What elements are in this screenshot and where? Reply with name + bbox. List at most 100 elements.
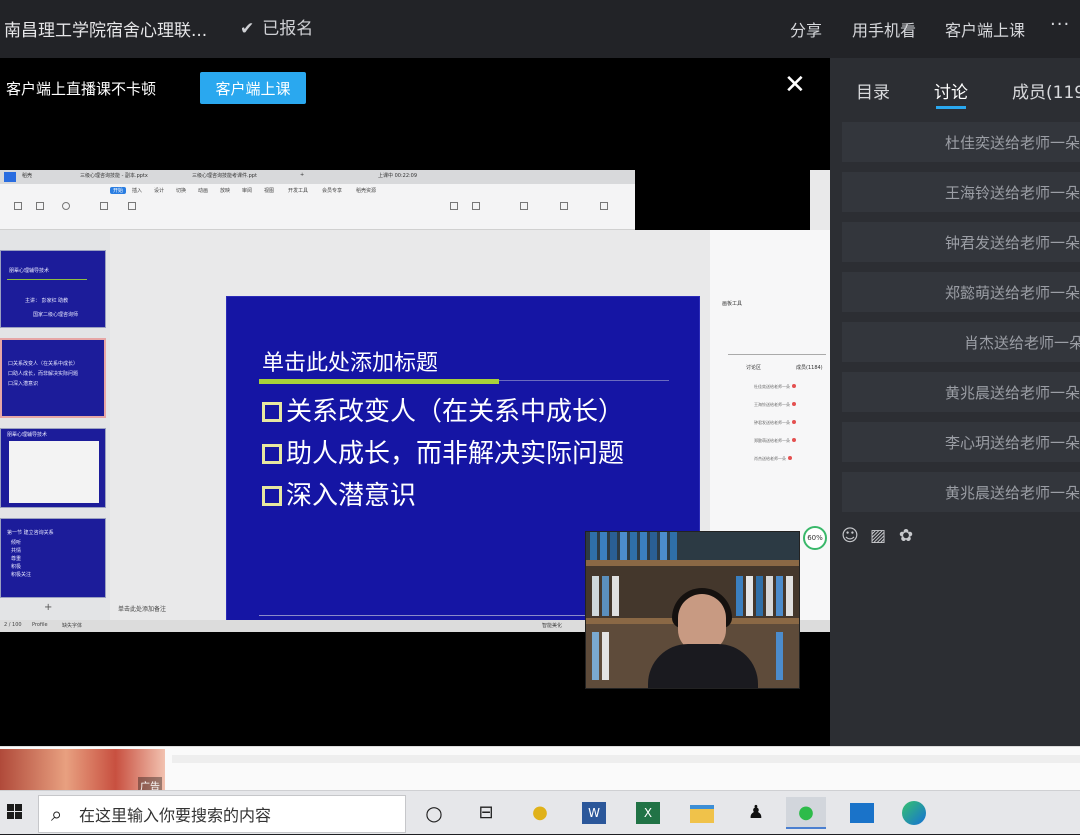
watch-on-phone-button[interactable]: 用手机看 bbox=[852, 17, 916, 41]
thumb-title: 朋辈心理辅导技术 bbox=[7, 432, 48, 438]
more-icon[interactable]: ··· bbox=[1050, 14, 1070, 35]
tab-discussion[interactable]: 讨论 bbox=[934, 78, 968, 103]
slide-title-rule bbox=[499, 380, 669, 381]
thumb-table bbox=[9, 441, 99, 503]
ribbon-tab-transition[interactable]: 切换 bbox=[176, 187, 186, 194]
shape-icon[interactable] bbox=[472, 202, 480, 210]
edge-icon[interactable] bbox=[902, 801, 926, 825]
book bbox=[592, 632, 599, 680]
thumb-line: 积极 bbox=[11, 564, 22, 570]
thumb-line: 共情 bbox=[11, 548, 22, 554]
thumb-title: 第一节 建立咨询关系 bbox=[7, 530, 54, 536]
image-icon[interactable]: ▨ bbox=[868, 526, 888, 546]
arrange-icon[interactable] bbox=[520, 202, 528, 210]
chat-message: 钟君发送给老师一朵 bbox=[842, 222, 1080, 262]
ppt-tab-3[interactable]: 三级心理咨询技能考课件.ppt bbox=[192, 172, 257, 182]
slide-notes[interactable]: 单击此处添加备注 bbox=[118, 604, 166, 613]
ribbon-tab-start[interactable]: 开始 bbox=[110, 187, 127, 194]
book bbox=[776, 576, 783, 616]
textbox-icon[interactable] bbox=[450, 202, 458, 210]
play-icon[interactable] bbox=[62, 202, 70, 210]
live-video-area: 客户端上直播课不卡顿 客户端上课 ✕ 稻壳 三级心理咨询技能 - 副本.pptx… bbox=[0, 58, 830, 746]
ribbon-tab-design[interactable]: 设计 bbox=[154, 187, 164, 194]
slide-title-underline bbox=[259, 379, 499, 384]
tools-panel-divider bbox=[728, 354, 826, 355]
music-app-icon[interactable]: ● bbox=[524, 797, 556, 829]
tools-panel-tab[interactable]: 讨论区 bbox=[746, 364, 761, 371]
format-painter-icon[interactable] bbox=[36, 202, 44, 210]
photos-icon[interactable] bbox=[850, 803, 874, 823]
taskbar-search[interactable]: ⌕ bbox=[38, 795, 406, 833]
windows-start-icon[interactable] bbox=[0, 791, 38, 835]
ribbon-tab-animation[interactable]: 动画 bbox=[198, 187, 208, 194]
chat-message-text: 黄兆晨送给老师一朵 bbox=[944, 384, 1080, 402]
book bbox=[610, 532, 617, 560]
chat-message-text: 肖杰送给老师一朵 bbox=[963, 334, 1080, 352]
task-view-icon[interactable]: ⊟ bbox=[470, 797, 502, 829]
checkbox-bullet-icon bbox=[262, 444, 282, 464]
thumb-line: 口助人成长，而非解决实际问题 bbox=[8, 371, 79, 377]
slide-bullet-3: 深入潜意识 bbox=[262, 475, 416, 512]
cortana-icon[interactable]: ○ bbox=[418, 797, 450, 829]
black-overlay bbox=[635, 170, 810, 230]
add-slide-icon[interactable]: + bbox=[44, 602, 52, 613]
share-button[interactable]: 分享 bbox=[790, 17, 822, 41]
chat-message: 杜佳奕送给老师一朵 bbox=[842, 122, 1080, 162]
course-title: 南昌理工学院宿舍心理联... bbox=[4, 21, 208, 41]
word-icon[interactable]: W bbox=[582, 802, 606, 824]
tools-panel-item: 肖杰送给老师一朵 bbox=[754, 456, 792, 462]
check-icon: ✔ bbox=[240, 19, 255, 39]
emoji-icon[interactable]: ☺ bbox=[840, 526, 860, 546]
chat-message-text: 杜佳奕送给老师一朵 bbox=[944, 134, 1080, 152]
ppt-tab-add[interactable]: + bbox=[300, 172, 304, 182]
excel-icon[interactable]: X bbox=[636, 802, 660, 824]
ppt-tab-1[interactable]: 稻壳 bbox=[22, 172, 32, 182]
thumb-line: 尊重 bbox=[11, 556, 22, 562]
flower-icon bbox=[788, 456, 792, 460]
book bbox=[620, 532, 627, 560]
chat-message-text: 李心玥送给老师一朵 bbox=[944, 434, 1080, 452]
ribbon-tab-review[interactable]: 审阅 bbox=[242, 187, 252, 194]
client-class-button[interactable]: 客户端上课 bbox=[945, 17, 1025, 41]
search-input[interactable] bbox=[79, 804, 399, 826]
ribbon-tab-insert[interactable]: 插入 bbox=[132, 187, 142, 194]
ribbon-tab-resources[interactable]: 稻壳资源 bbox=[356, 187, 376, 194]
banner-client-button[interactable]: 客户端上课 bbox=[200, 72, 306, 104]
ppt-tab-2[interactable]: 三级心理咨询技能 - 副本.pptx bbox=[80, 172, 148, 182]
search-icon: ⌕ bbox=[51, 802, 63, 826]
close-icon[interactable]: ✕ bbox=[784, 70, 806, 100]
chat-message-text: 黄兆晨送给老师一朵 bbox=[944, 484, 1080, 502]
slide-thumb-4[interactable]: 第一节 建立咨询关系 倾听 共情 尊重 积极 积极关注 bbox=[0, 518, 106, 598]
ribbon-tab-devtools[interactable]: 开发工具 bbox=[288, 187, 308, 194]
flower-icon[interactable]: ✿ bbox=[896, 526, 916, 546]
file-explorer-icon[interactable] bbox=[690, 805, 714, 823]
registered-status: ✔ 已报名 bbox=[240, 14, 313, 39]
status-profile: Profile bbox=[32, 622, 48, 628]
wechat-icon[interactable]: ● bbox=[786, 797, 826, 829]
slide-bullet-2: 助人成长，而非解决实际问题 bbox=[262, 433, 624, 470]
slide-thumb-3[interactable]: 朋辈心理辅导技术 bbox=[0, 428, 106, 508]
slide-thumb-2[interactable]: 口关系改变人（在关系中成长） 口助人成长，而非解决实际问题 口深入潜意识 bbox=[0, 338, 106, 418]
slide-thumb-1[interactable]: 朋辈心理辅导技术 主讲： 彭家红 助教 国家二级心理咨询师 bbox=[0, 250, 106, 328]
select-icon[interactable] bbox=[600, 202, 608, 210]
layout-icon[interactable] bbox=[128, 202, 136, 210]
slide-bullet-1: 关系改变人（在关系中成长） bbox=[262, 391, 624, 428]
book bbox=[650, 532, 657, 560]
ad-thumbnail[interactable]: 广告 bbox=[0, 749, 165, 794]
qq-icon[interactable]: ♟ bbox=[740, 797, 772, 829]
status-beautify[interactable]: 智能美化 bbox=[542, 622, 562, 629]
ppt-home-icon[interactable] bbox=[4, 172, 16, 182]
chat-message-text: 王海铃送给老师一朵 bbox=[944, 184, 1080, 202]
cut-icon[interactable] bbox=[14, 202, 22, 210]
ribbon-tab-view[interactable]: 视图 bbox=[264, 187, 274, 194]
new-slide-icon[interactable] bbox=[100, 202, 108, 210]
tab-members[interactable]: 成员(119 bbox=[1012, 78, 1080, 103]
replace-icon[interactable] bbox=[560, 202, 568, 210]
chat-message: 黄兆晨送给老师一朵 bbox=[842, 372, 1080, 412]
ribbon-tab-show[interactable]: 放映 bbox=[220, 187, 230, 194]
ribbon-tab-member[interactable]: 会员专享 bbox=[322, 187, 342, 194]
bullet-text: 助人成长，而非解决实际问题 bbox=[286, 439, 625, 469]
tab-catalog[interactable]: 目录 bbox=[856, 78, 890, 103]
book bbox=[746, 576, 753, 616]
flower-icon bbox=[792, 384, 796, 388]
